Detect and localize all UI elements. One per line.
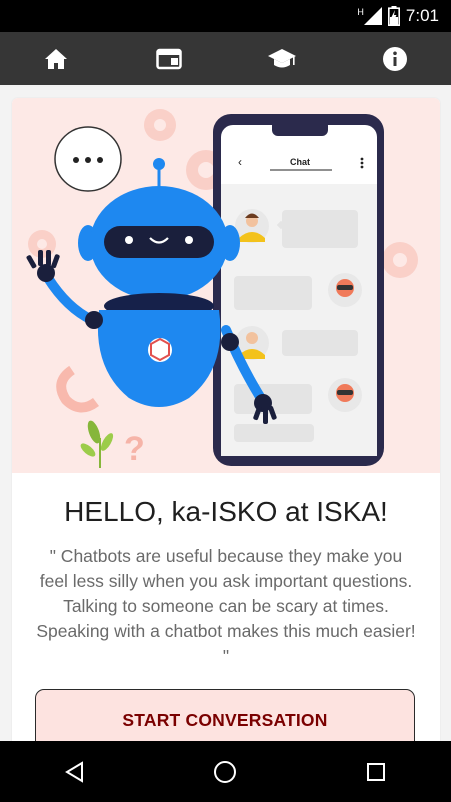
chatbot-illustration: ? ‹ Chat [12,98,440,473]
signal-icon [363,7,382,25]
web-window-icon [156,48,182,69]
square-recents-icon [366,762,385,781]
phone-back-icon: ‹ [238,155,242,169]
system-nav-bar [0,741,451,802]
nav-home[interactable] [0,32,113,85]
battery-icon [387,6,400,26]
phone-chat-header: Chat [290,157,310,167]
info-icon [382,46,407,71]
nav-info[interactable] [338,32,451,85]
status-icons: H 7:01 [357,0,439,32]
home-system-button[interactable] [195,752,255,792]
main-content[interactable]: ? ‹ Chat HELLO, ka-ISKO at ISKA! " Chatb… [0,87,451,741]
nav-browser[interactable] [113,32,226,85]
phone-illustration: ‹ Chat [213,114,384,466]
back-icon [65,760,84,783]
question-mark-decoration: ? [124,430,145,468]
circle-home-icon [214,760,237,783]
plant-decoration [80,420,114,468]
welcome-title: HELLO, ka-ISKO at ISKA! [64,496,388,527]
nav-education[interactable] [226,32,339,85]
status-bar: H 7:01 [0,0,451,32]
home-icon [45,48,68,69]
graduation-cap-icon [267,48,296,67]
start-conversation-button[interactable]: START CONVERSATION [35,689,415,741]
top-nav-bar [0,32,451,87]
chatbot-quote: " Chatbots are useful because they make … [36,546,416,666]
recents-button[interactable] [346,752,406,792]
speech-bubble [54,126,122,192]
welcome-card: ? ‹ Chat HELLO, ka-ISKO at ISKA! " Chatb… [12,98,440,741]
status-time: 7:01 [405,6,439,25]
magnet-decoration [56,365,99,413]
chatbot-illustration-art: ? ‹ Chat [26,109,418,468]
back-button[interactable] [45,752,105,792]
